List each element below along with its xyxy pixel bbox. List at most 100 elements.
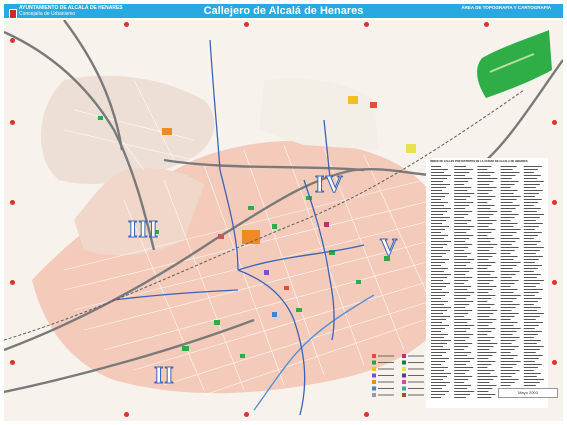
street-index-entry xyxy=(477,310,498,311)
street-index-entry xyxy=(500,220,511,221)
cartography-department: ÁREA DE TOPOGRAFÍA Y CARTOGRAFÍA xyxy=(461,5,551,10)
street-index-entry xyxy=(477,388,493,389)
street-index-entry xyxy=(477,250,490,251)
street-index-entry xyxy=(500,190,518,191)
legend-swatch xyxy=(402,386,406,391)
street-index-entry xyxy=(431,286,446,287)
legend-swatch xyxy=(402,367,406,371)
street-index-entry xyxy=(477,340,491,341)
street-index-entry xyxy=(454,184,465,185)
street-index-entry xyxy=(454,313,469,314)
street-index-entry xyxy=(477,313,494,314)
street-index-entry xyxy=(431,205,444,206)
street-index-entry xyxy=(477,394,496,395)
street-index-entry xyxy=(477,172,495,173)
street-index-entry xyxy=(454,214,469,215)
street-index-entry xyxy=(477,268,488,269)
street-index-entry xyxy=(500,193,514,194)
street-index-entry xyxy=(477,361,496,362)
street-index-entry xyxy=(431,346,443,347)
street-index-entry xyxy=(477,376,498,377)
street-index-entry xyxy=(454,295,471,296)
legend-entry-text xyxy=(378,375,394,376)
street-index-entry xyxy=(431,178,447,179)
street-index-entry xyxy=(523,361,535,362)
street-index-entry xyxy=(500,295,521,296)
street-index-entry xyxy=(523,196,535,197)
street-index-entry xyxy=(523,322,543,323)
street-index-entry xyxy=(500,262,521,263)
street-index-entry xyxy=(431,181,443,182)
street-index-entry xyxy=(523,226,539,227)
district-label-iii: III xyxy=(127,217,160,243)
street-index-entry xyxy=(523,178,537,179)
street-index-entry xyxy=(500,283,515,284)
street-index-entry xyxy=(500,352,511,353)
legend-entry-text xyxy=(408,394,424,396)
street-index-entry xyxy=(523,307,541,308)
street-index-entry xyxy=(431,229,445,230)
street-index-entry xyxy=(523,289,543,290)
street-index-entry xyxy=(500,286,511,287)
street-index-entry xyxy=(523,172,534,173)
street-index-entry xyxy=(523,268,538,269)
street-index-entry xyxy=(523,376,537,377)
street-index-entry xyxy=(477,283,490,284)
street-index-entry xyxy=(454,292,475,293)
street-index-entry xyxy=(523,382,540,383)
street-index-entry xyxy=(500,238,520,239)
street-index-entry xyxy=(454,232,467,233)
street-index-entry xyxy=(500,373,516,374)
street-index-entry xyxy=(500,301,513,302)
street-index-entry xyxy=(523,181,544,182)
street-index-entry xyxy=(477,373,491,374)
street-index-entry xyxy=(454,229,471,230)
street-index-entry xyxy=(454,169,474,170)
legend-swatch xyxy=(402,380,406,384)
street-index-entry xyxy=(500,343,512,344)
street-index-entry xyxy=(523,316,540,317)
street-index-entry xyxy=(477,322,493,323)
street-index-entry xyxy=(431,226,449,227)
street-index-entry xyxy=(523,232,542,233)
street-index-entry xyxy=(523,280,544,281)
street-index-entry xyxy=(500,382,515,383)
street-index-entry xyxy=(454,337,470,338)
street-index-entry xyxy=(454,331,467,332)
street-index-entry xyxy=(454,346,469,347)
legend-entries xyxy=(372,354,424,397)
street-index-entry xyxy=(454,253,472,254)
street-index-entry xyxy=(431,235,448,236)
legend-swatch xyxy=(402,354,406,358)
street-index-entry xyxy=(500,289,518,290)
street-index-entry xyxy=(477,328,496,329)
street-index-entry xyxy=(477,385,497,386)
street-index-entry xyxy=(500,280,519,281)
street-index-entry xyxy=(454,298,467,299)
street-index-entry xyxy=(500,250,515,251)
street-index-entry xyxy=(431,304,444,305)
street-index-entry xyxy=(500,268,513,269)
street-index-entry xyxy=(431,220,446,221)
street-index-entry xyxy=(477,286,497,287)
street-index-entry xyxy=(477,190,493,191)
street-index-entry xyxy=(500,175,516,176)
street-index-entry xyxy=(523,295,535,296)
street-index-entry xyxy=(523,325,539,326)
street-index-entry xyxy=(500,229,521,230)
street-index-entry xyxy=(523,274,541,275)
street-index-entry xyxy=(477,343,498,344)
street-index-entry xyxy=(523,202,538,203)
map-sheet: AYUNTAMIENTO DE ALCALÁ DE HENARES Concej… xyxy=(0,0,567,425)
street-index-entry xyxy=(477,196,496,197)
street-index-entry xyxy=(523,190,543,191)
street-index-entry xyxy=(477,271,495,272)
street-index-entry xyxy=(523,283,540,284)
street-index-entry xyxy=(477,187,497,188)
street-index-entry xyxy=(523,373,541,374)
legend-entry-text xyxy=(378,388,394,389)
street-index-entry xyxy=(454,262,471,263)
street-index-entry xyxy=(523,310,537,311)
street-index-entry xyxy=(477,259,489,260)
street-index-entry xyxy=(500,166,517,167)
